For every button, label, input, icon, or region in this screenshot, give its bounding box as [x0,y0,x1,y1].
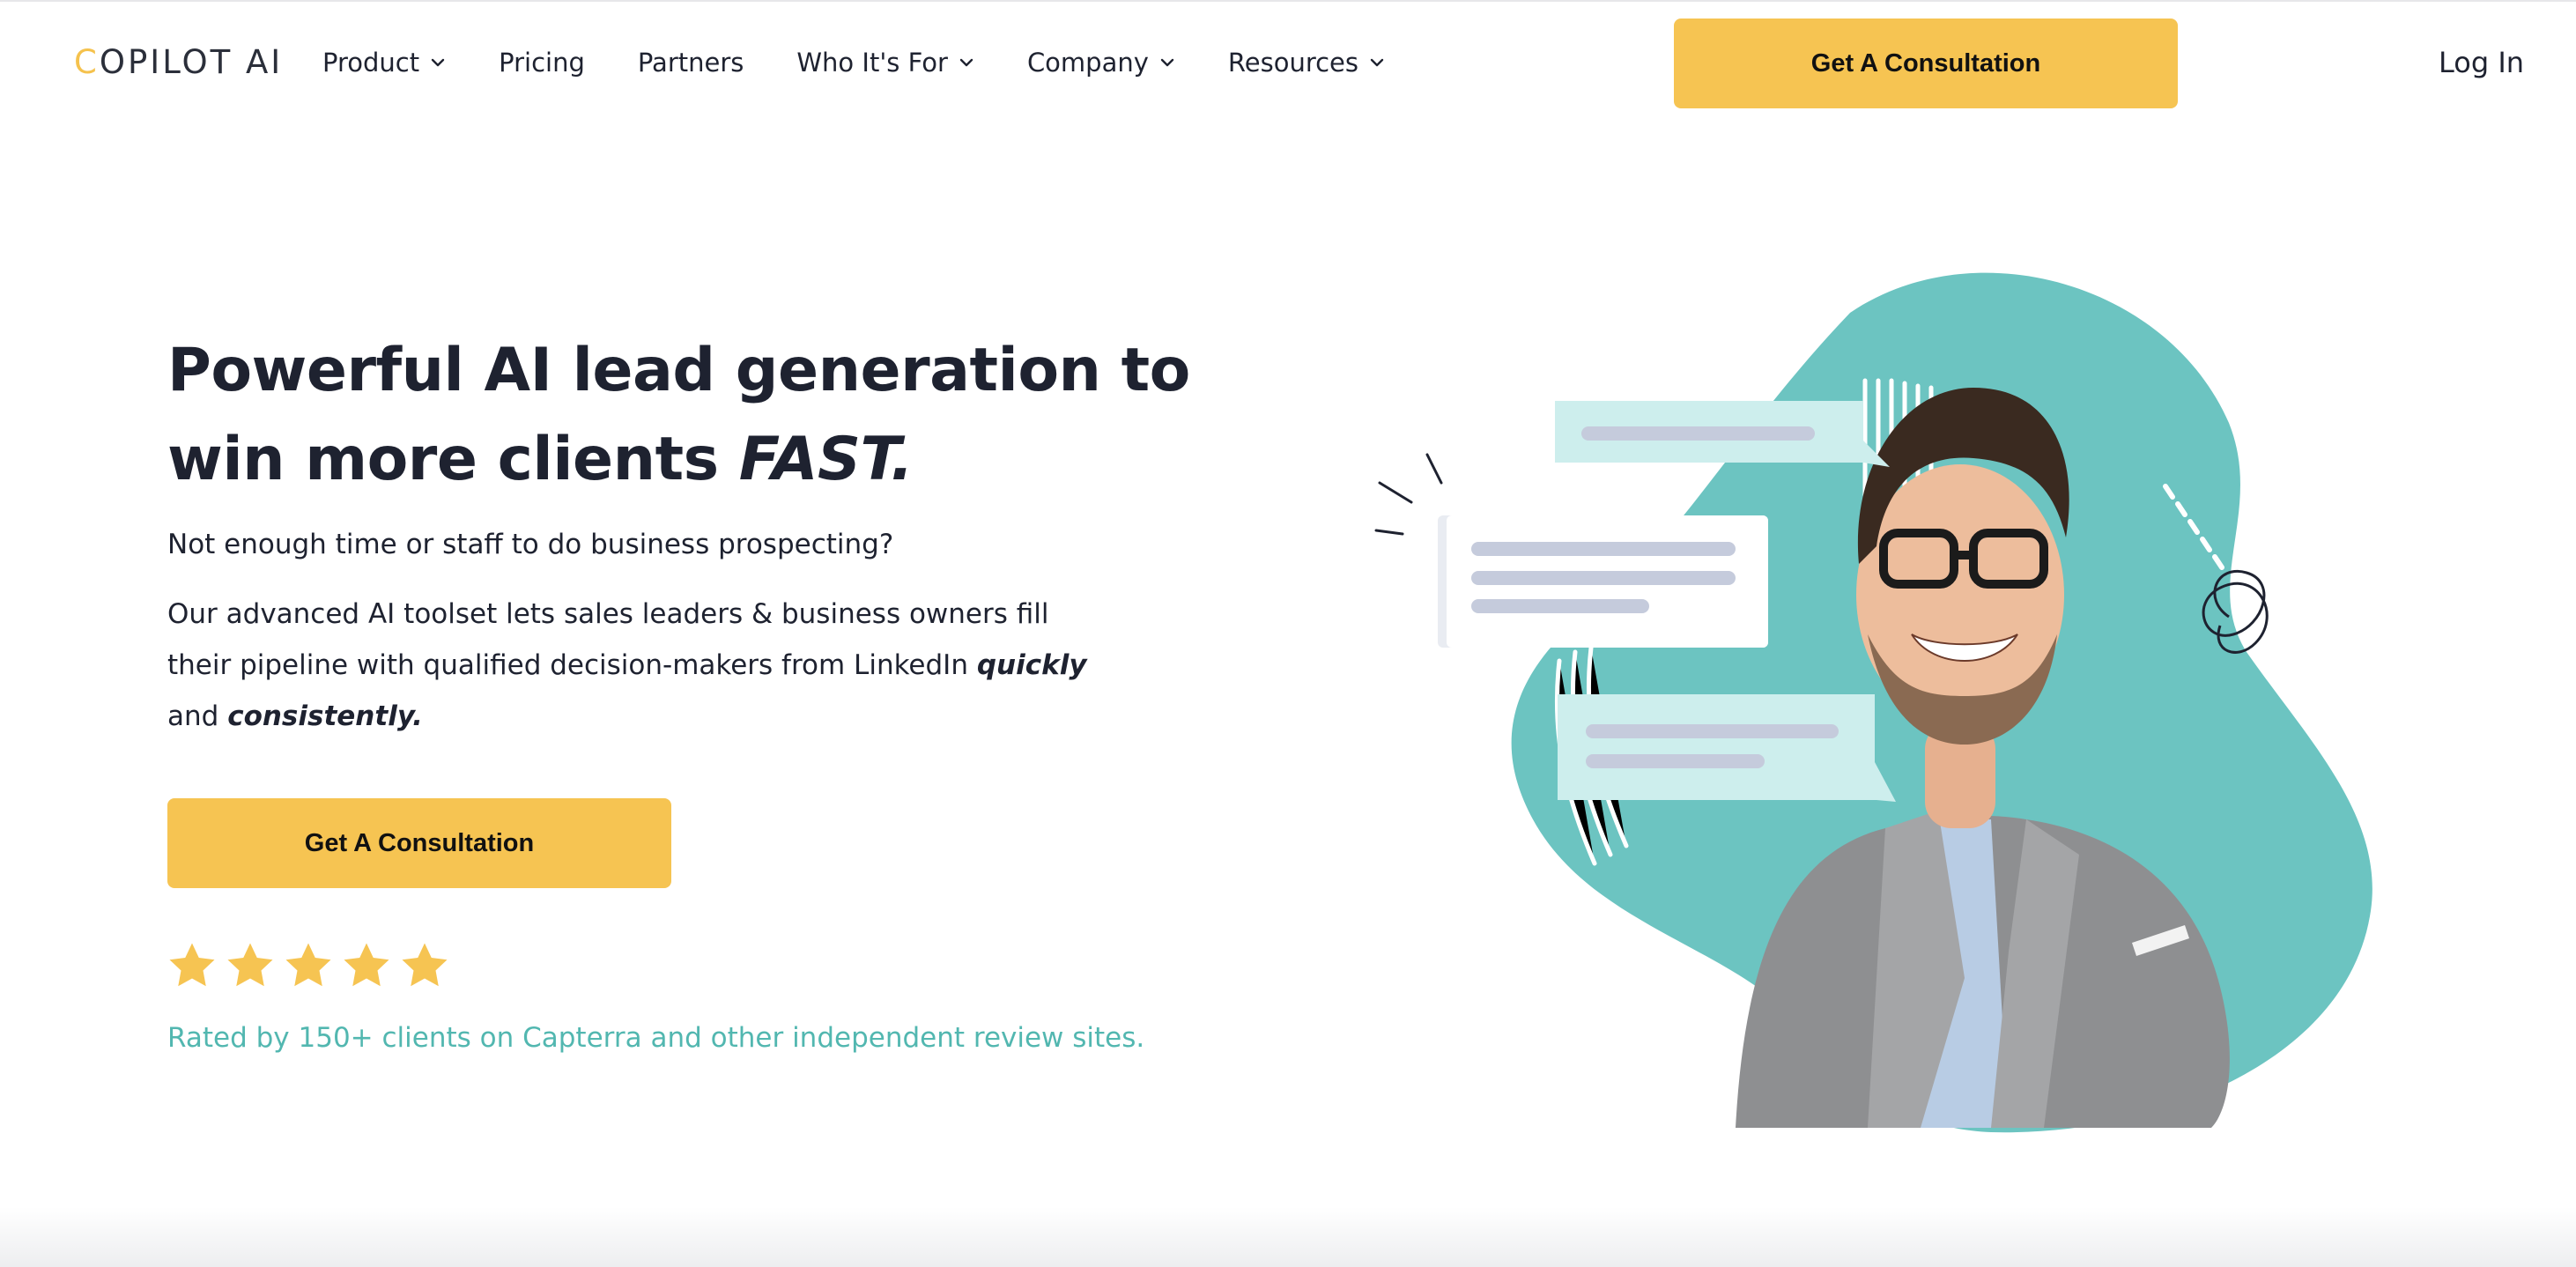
rating-text: Rated by 150+ clients on Capterra and ot… [167,1022,1145,1054]
hero-description-quickly: quickly [976,649,1087,681]
nav-item-pricing[interactable]: Pricing [499,42,585,83]
next-section-edge [0,1207,2576,1267]
star-icon [285,943,331,987]
star-icon [344,943,389,987]
sparkle-lines [1374,453,1443,536]
hero-description-and: and [167,700,228,732]
main-nav: Product Pricing Partners Who It's For Co… [322,42,1438,83]
hero-title: Powerful AI lead generation to win more … [167,326,1225,504]
hero-get-consultation-button[interactable]: Get A Consultation [167,798,671,888]
hero-title-emphasis: FAST. [738,425,914,494]
nav-item-product[interactable]: Product [322,42,446,83]
chevron-down-icon [1370,58,1384,67]
landing-page: COPILOT AI Product Pricing Partners Who … [0,0,2576,1267]
nav-item-label: Who It's For [796,48,948,78]
star-icon [227,943,273,987]
copilot-ai-logo[interactable]: COPILOT AI [74,42,283,83]
nav-get-consultation-button[interactable]: Get A Consultation [1674,19,2178,108]
chat-bubble-middle [1438,515,1768,648]
star-icon [402,943,448,987]
hero-title-line1: Powerful AI lead generation to [167,336,1190,405]
chevron-down-icon [431,58,445,67]
rating-stars [166,939,456,992]
nav-item-resources[interactable]: Resources [1228,42,1385,83]
hero-description-consistently: consistently. [227,700,423,732]
hero-description: Our advanced AI toolset lets sales leade… [167,589,1101,742]
nav-item-label: Product [322,48,420,78]
nav-item-who-its-for[interactable]: Who It's For [796,42,974,83]
chevron-down-icon [1160,58,1174,67]
nav-item-partners[interactable]: Partners [638,42,744,83]
logo-text: OPILOT AI [99,43,284,81]
login-link[interactable]: Log In [2439,42,2524,83]
star-icon [169,943,215,987]
nav-item-company[interactable]: Company [1027,42,1175,83]
nav-item-label: Resources [1227,48,1359,78]
nav-item-label: Partners [637,48,744,78]
logo-first-letter: C [74,43,100,81]
hero-description-text: Our advanced AI toolset lets sales leade… [167,598,1049,681]
chat-bubble-top [1555,401,1890,467]
hero-subtitle: Not enough time or staff to do business … [167,529,894,560]
nav-item-label: Pricing [499,48,585,78]
chat-bubble-bottom [1558,694,1896,802]
chevron-down-icon [959,58,973,67]
hero-illustration [1374,272,2372,1133]
nav-item-label: Company [1026,48,1149,78]
hero-title-line2: win more clients [167,425,739,494]
top-divider [0,0,2576,2]
